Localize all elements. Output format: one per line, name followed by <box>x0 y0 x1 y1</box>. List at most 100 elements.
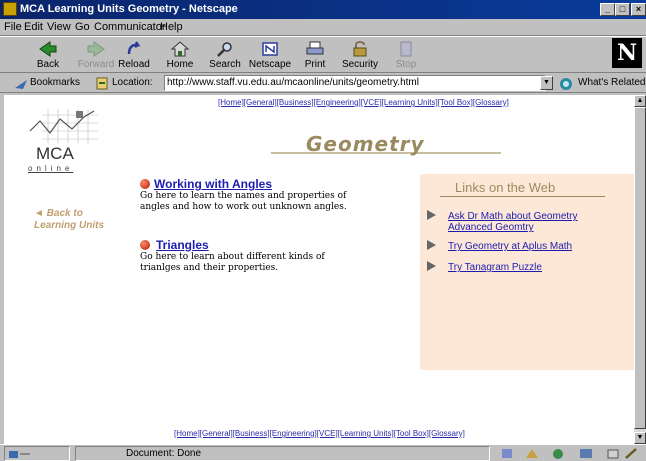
whats-related-icon <box>560 78 572 90</box>
app-icon <box>3 2 17 16</box>
stop-button[interactable]: Stop <box>384 38 428 72</box>
netscape-button[interactable]: Netscape <box>248 38 292 72</box>
nav-general[interactable]: [General] <box>244 98 277 107</box>
back-link-line-2: Learning Units <box>34 220 105 231</box>
security-status-icon <box>9 451 30 458</box>
menu-view[interactable]: View <box>47 21 71 33</box>
bullet-icon <box>140 179 150 189</box>
maximize-button[interactable]: □ <box>615 3 630 16</box>
netscape-logo: N <box>612 38 642 68</box>
back-button[interactable]: Back <box>26 38 70 72</box>
links-on-the-web-panel: Links on the Web Ask Dr Math about Geome… <box>420 174 634 370</box>
vertical-scrollbar[interactable]: ▲ ▼ <box>634 95 646 444</box>
print-button[interactable]: Print <box>293 38 337 72</box>
triangle-bullet-icon <box>427 261 436 271</box>
minimize-button[interactable]: _ <box>600 3 615 16</box>
nav-glossary[interactable]: [Glossary] <box>473 98 509 107</box>
search-icon <box>217 42 232 57</box>
location-icon <box>96 77 108 90</box>
navigation-toolbar: Back Forward Reload Home Search Netscape… <box>0 36 646 73</box>
triangle-bullet-icon <box>427 210 436 220</box>
nav-engineering[interactable]: [Engineering] <box>270 429 317 438</box>
menu-edit[interactable]: Edit <box>24 21 43 33</box>
nav-learning-units[interactable]: [Learning Units] <box>338 429 394 438</box>
topic-working-with-angles: Working with Angles Go here to learn the… <box>140 177 360 213</box>
component-bar-icons[interactable] <box>500 447 640 460</box>
security-button[interactable]: Security <box>338 38 382 72</box>
link-text: Try Geometry at Aplus Math <box>448 241 573 252</box>
home-button[interactable]: Home <box>158 38 202 72</box>
nav-general[interactable]: [General] <box>200 429 233 438</box>
whats-related-button[interactable]: What's Related <box>578 77 646 88</box>
nav-home[interactable]: [Home] <box>174 429 200 438</box>
link-try-geometry-aplus[interactable]: Try Geometry at Aplus Math <box>427 240 572 252</box>
location-label: Location: <box>112 77 153 88</box>
link-try-tanagram[interactable]: Try Tanagram Puzzle <box>427 261 542 273</box>
scroll-thumb[interactable] <box>634 107 646 429</box>
security-label: Security <box>341 59 379 70</box>
top-nav: [Home][General][Business][Engineering][V… <box>218 98 509 107</box>
nav-engineering[interactable]: [Engineering] <box>314 98 361 107</box>
bullet-icon <box>140 240 150 250</box>
back-to-learning-units-link[interactable]: ◄ Back to Learning Units <box>34 208 104 232</box>
nav-business[interactable]: [Business] <box>233 429 270 438</box>
back-arrow-icon <box>39 41 57 57</box>
search-button[interactable]: Search <box>203 38 247 72</box>
nav-business[interactable]: [Business] <box>277 98 314 107</box>
search-label: Search <box>209 59 241 70</box>
working-with-angles-link[interactable]: Working with Angles <box>154 177 272 191</box>
nav-tool-box[interactable]: [Tool Box] <box>438 98 473 107</box>
location-bar: Bookmarks Location: http://www.staff.vu.… <box>0 74 646 93</box>
menu-file[interactable]: File <box>4 21 22 33</box>
home-icon <box>170 41 190 57</box>
home-label: Home <box>166 59 194 70</box>
nav-tool-box[interactable]: [Tool Box] <box>394 429 429 438</box>
printer-icon <box>306 41 324 55</box>
menu-bar: File Edit View Go Communicator Help <box>0 19 646 36</box>
logo-subtext: online <box>28 164 74 173</box>
link-text: Try Tanagram Puzzle <box>448 262 542 273</box>
print-label: Print <box>304 59 326 70</box>
url-dropdown-button[interactable]: ▼ <box>540 76 553 90</box>
topic-description: Go here to learn about different kinds o… <box>140 252 325 273</box>
page-title: Geometry <box>306 132 425 156</box>
menu-communicator[interactable]: Communicator <box>94 21 166 33</box>
stop-icon <box>400 41 412 57</box>
bookmarks-button[interactable]: Bookmarks <box>30 77 80 88</box>
link-ask-dr-math[interactable]: Ask Dr Math about Geometry Advanced Geom… <box>427 210 578 233</box>
nav-vce[interactable]: [VCE] <box>361 98 382 107</box>
nav-learning-units[interactable]: [Learning Units] <box>382 98 438 107</box>
security-status[interactable] <box>4 446 70 461</box>
url-input[interactable]: http://www.staff.vu.edu.au/mcaonline/uni… <box>164 75 546 91</box>
status-bar: Document: Done <box>0 444 646 461</box>
menu-go[interactable]: Go <box>75 21 90 33</box>
triangles-link[interactable]: Triangles <box>156 238 209 252</box>
lock-icon <box>353 41 367 57</box>
netscape-label: Netscape <box>248 59 292 70</box>
logo-graph-icon <box>29 109 98 143</box>
scroll-down-button[interactable]: ▼ <box>634 432 646 444</box>
mca-online-logo[interactable]: MCA online <box>28 109 100 173</box>
status-text: Document: Done <box>75 446 490 461</box>
stop-label: Stop <box>395 59 417 70</box>
nav-glossary[interactable]: [Glossary] <box>429 429 465 438</box>
logo-text: MCA <box>36 144 74 163</box>
back-link-line-1: ◄ Back to <box>34 208 83 219</box>
menu-help[interactable]: Help <box>160 21 183 33</box>
page-content: [Home][General][Business][Engineering][V… <box>4 95 634 444</box>
reload-icon <box>127 41 141 55</box>
title-bar: MCA Learning Units Geometry - Netscape _… <box>0 0 646 19</box>
triangle-bullet-icon <box>427 240 436 250</box>
netscape-icon <box>262 42 278 56</box>
scroll-up-button[interactable]: ▲ <box>634 95 646 107</box>
forward-arrow-icon <box>87 41 105 57</box>
heading-underline <box>440 196 605 197</box>
links-panel-heading: Links on the Web <box>455 180 556 195</box>
nav-vce[interactable]: [VCE] <box>317 429 338 438</box>
bookmarks-icon <box>15 80 27 89</box>
window-title: MCA Learning Units Geometry - Netscape <box>20 3 238 15</box>
reload-label: Reload <box>118 59 150 70</box>
reload-button[interactable]: Reload <box>112 38 156 72</box>
close-button[interactable]: × <box>631 3 646 16</box>
nav-home[interactable]: [Home] <box>218 98 244 107</box>
